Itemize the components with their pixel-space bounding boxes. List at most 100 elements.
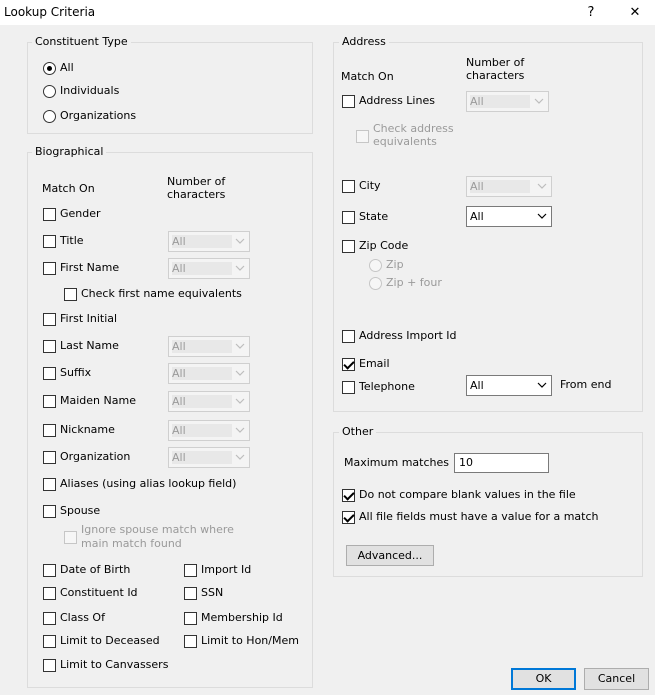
limit-canvassers-checkbox[interactable]: [43, 659, 56, 672]
membership-id-checkbox[interactable]: [184, 612, 197, 625]
chevron-down-icon: [235, 235, 245, 247]
address-import-id-checkbox[interactable]: [342, 330, 355, 343]
state-checkbox[interactable]: [342, 211, 355, 224]
nickname-chars-value: All: [172, 424, 232, 437]
spouse-label: Spouse: [60, 504, 101, 517]
ok-button[interactable]: OK: [511, 668, 576, 690]
import-id-checkbox[interactable]: [184, 564, 197, 577]
ignore-spouse-checkbox[interactable]: [64, 531, 77, 544]
all-fields-value-checkbox[interactable]: [342, 511, 355, 524]
aliases-label: Aliases (using alias lookup field): [60, 477, 237, 490]
organization-checkbox[interactable]: [43, 451, 56, 464]
constituent-type-legend: Constituent Type: [32, 35, 131, 48]
class-of-label: Class Of: [60, 611, 105, 624]
city-chars-select[interactable]: All: [466, 176, 552, 197]
no-compare-blank-checkbox[interactable]: [342, 489, 355, 502]
state-chars-value: All: [470, 210, 484, 223]
date-of-birth-label: Date of Birth: [60, 563, 131, 576]
max-matches-label: Maximum matches: [344, 456, 449, 469]
nickname-label: Nickname: [60, 423, 115, 436]
import-id-label: Import Id: [201, 563, 252, 576]
radio-organizations-label: Organizations: [60, 109, 137, 122]
address-legend: Address: [339, 35, 389, 48]
radio-individuals[interactable]: [43, 85, 56, 98]
maiden-name-checkbox[interactable]: [43, 395, 56, 408]
title-chars-value: All: [172, 235, 232, 248]
radio-all[interactable]: [43, 62, 56, 75]
close-button[interactable]: ✕: [617, 0, 653, 25]
suffix-label: Suffix: [60, 366, 92, 379]
address-lines-chars-value: All: [470, 95, 530, 108]
city-checkbox[interactable]: [342, 180, 355, 193]
title-chars-select[interactable]: All: [168, 231, 250, 252]
suffix-checkbox[interactable]: [43, 367, 56, 380]
limit-deceased-label: Limit to Deceased: [60, 634, 160, 647]
ssn-checkbox[interactable]: [184, 587, 197, 600]
address-lines-checkbox[interactable]: [342, 95, 355, 108]
zip-code-checkbox[interactable]: [342, 240, 355, 253]
help-button[interactable]: ?: [573, 0, 609, 25]
chevron-down-icon: [235, 262, 245, 274]
zip-radio[interactable]: [369, 259, 382, 272]
zip-code-label: Zip Code: [359, 239, 409, 252]
cancel-button[interactable]: Cancel: [584, 668, 649, 690]
radio-organizations[interactable]: [43, 110, 56, 123]
max-matches-input[interactable]: 10: [454, 453, 549, 473]
suffix-chars-value: All: [172, 367, 232, 380]
limit-deceased-checkbox[interactable]: [43, 635, 56, 648]
all-fields-value-label: All file fields must have a value for a …: [359, 510, 599, 523]
close-icon: ✕: [629, 5, 641, 20]
last-name-checkbox[interactable]: [43, 340, 56, 353]
nickname-chars-select[interactable]: All: [168, 420, 250, 441]
address-lines-chars-select[interactable]: All: [466, 91, 549, 112]
suffix-chars-select[interactable]: All: [168, 363, 250, 384]
email-label: Email: [359, 357, 390, 370]
address-equivalents-checkbox[interactable]: [356, 130, 369, 143]
zip-four-radio-label: Zip + four: [386, 276, 442, 289]
first-initial-checkbox[interactable]: [43, 313, 56, 326]
gender-checkbox[interactable]: [43, 208, 56, 221]
first-initial-label: First Initial: [60, 312, 118, 325]
organization-chars-select[interactable]: All: [168, 447, 250, 468]
address-lines-label: Address Lines: [359, 94, 435, 107]
window-title: Lookup Criteria: [4, 5, 96, 19]
advanced-button[interactable]: Advanced...: [346, 545, 434, 566]
first-name-checkbox[interactable]: [43, 262, 56, 275]
telephone-label: Telephone: [359, 380, 415, 393]
constituent-id-checkbox[interactable]: [43, 587, 56, 600]
aliases-checkbox[interactable]: [43, 478, 56, 491]
chevron-down-icon: [534, 95, 544, 107]
bio-num-chars-header-2: characters: [167, 188, 226, 201]
zip-radio-label: Zip: [386, 258, 404, 271]
zip-four-radio[interactable]: [369, 277, 382, 290]
gender-label: Gender: [60, 207, 101, 220]
class-of-checkbox[interactable]: [43, 612, 56, 625]
spouse-checkbox[interactable]: [43, 505, 56, 518]
email-checkbox[interactable]: [342, 358, 355, 371]
state-chars-select[interactable]: All: [466, 206, 552, 227]
maiden-name-chars-select[interactable]: All: [168, 391, 250, 412]
chevron-down-icon: [235, 367, 245, 379]
city-label: City: [359, 179, 381, 192]
address-import-id-label: Address Import Id: [359, 329, 457, 342]
chevron-down-icon: [537, 180, 547, 192]
telephone-checkbox[interactable]: [342, 381, 355, 394]
telephone-chars-select[interactable]: All: [466, 375, 552, 396]
chevron-down-icon: [235, 340, 245, 352]
first-name-equivalents-checkbox[interactable]: [64, 288, 77, 301]
maiden-name-label: Maiden Name: [60, 394, 136, 407]
ignore-spouse-label-1: Ignore spouse match where: [81, 523, 234, 536]
address-equivalents-label-1: Check address: [373, 122, 454, 135]
last-name-chars-select[interactable]: All: [168, 336, 250, 357]
date-of-birth-checkbox[interactable]: [43, 564, 56, 577]
last-name-chars-value: All: [172, 340, 232, 353]
title-checkbox[interactable]: [43, 235, 56, 248]
addr-match-on-header: Match On: [341, 70, 394, 83]
constituent-id-label: Constituent Id: [60, 586, 138, 599]
organization-chars-value: All: [172, 451, 232, 464]
bio-num-chars-header-1: Number of: [167, 175, 226, 188]
radio-individuals-label: Individuals: [60, 84, 120, 97]
first-name-chars-select[interactable]: All: [168, 258, 250, 279]
limit-honmem-checkbox[interactable]: [184, 635, 197, 648]
nickname-checkbox[interactable]: [43, 424, 56, 437]
